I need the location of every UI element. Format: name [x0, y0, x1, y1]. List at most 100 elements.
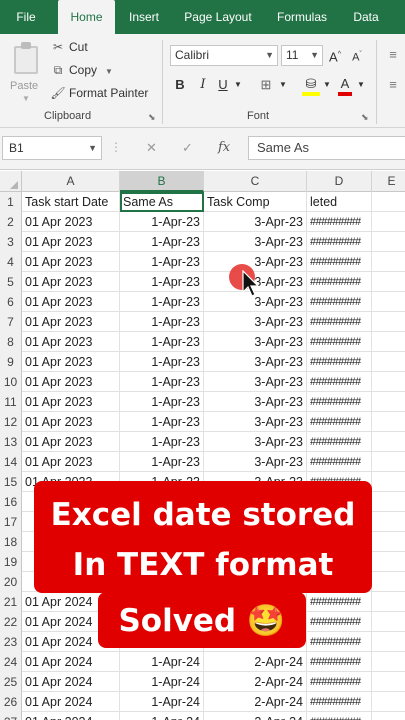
cell-b1[interactable]: Same As [120, 192, 204, 212]
cell-b[interactable]: 1-Apr-23 [120, 412, 204, 432]
row-number[interactable]: 10 [0, 372, 22, 392]
cell-d[interactable]: ######### [307, 332, 372, 352]
cell-e[interactable] [372, 212, 405, 232]
cell-e[interactable] [372, 432, 405, 452]
cell-a[interactable]: 01 Apr 2023 [22, 332, 120, 352]
column-header-c[interactable]: C [204, 171, 307, 192]
cell-c[interactable]: 3-Apr-23 [204, 232, 307, 252]
cell-c[interactable]: 3-Apr-23 [204, 392, 307, 412]
font-color-button[interactable]: A [336, 74, 354, 96]
cell-a[interactable]: 01 Apr 2023 [22, 212, 120, 232]
cell-a1[interactable]: Task start Date [22, 192, 120, 212]
cell-e[interactable] [372, 412, 405, 432]
cell-c[interactable]: 3-Apr-23 [204, 252, 307, 272]
cell-e[interactable] [372, 652, 405, 672]
cell-b[interactable]: 1-Apr-23 [120, 232, 204, 252]
cell-d[interactable]: ######### [307, 272, 372, 292]
cell-b[interactable]: 1-Apr-23 [120, 352, 204, 372]
cell-e[interactable] [372, 472, 405, 492]
cell-e[interactable] [372, 392, 405, 412]
borders-icon[interactable]: ⊞ [256, 75, 276, 95]
tab-insert[interactable]: Insert [120, 0, 168, 34]
row-number[interactable]: 16 [0, 492, 22, 512]
cancel-icon[interactable]: ✕ [146, 136, 157, 160]
cell-e[interactable] [372, 352, 405, 372]
cell-e[interactable] [372, 572, 405, 592]
cell-e[interactable] [372, 252, 405, 272]
row-number[interactable]: 13 [0, 432, 22, 452]
cell-d[interactable]: ######### [307, 592, 372, 612]
cell-b[interactable]: 1-Apr-23 [120, 372, 204, 392]
tab-formulas[interactable]: Formulas [268, 0, 336, 34]
cell-d[interactable]: ######### [307, 252, 372, 272]
cell-e[interactable] [372, 592, 405, 612]
chevron-down-icon[interactable]: ▼ [356, 75, 366, 95]
enter-icon[interactable]: ✓ [182, 136, 193, 160]
align-left-icon[interactable]: ≡ [384, 75, 402, 95]
row-number[interactable]: 14 [0, 452, 22, 472]
row-number[interactable]: 27 [0, 712, 22, 720]
column-header-a[interactable]: A [22, 171, 120, 192]
cell-d[interactable]: ######### [307, 312, 372, 332]
cell-a[interactable]: 01 Apr 2023 [22, 432, 120, 452]
cell-e[interactable] [372, 332, 405, 352]
row-number[interactable]: 17 [0, 512, 22, 532]
row-number[interactable]: 2 [0, 212, 22, 232]
cell-b[interactable]: 1-Apr-24 [120, 712, 204, 720]
chevron-down-icon[interactable]: ▼ [233, 75, 243, 95]
paste-button[interactable]: Paste ▼ [6, 42, 46, 103]
cell-e[interactable] [372, 312, 405, 332]
cell-a[interactable]: 01 Apr 2023 [22, 232, 120, 252]
cell-b[interactable]: 1-Apr-24 [120, 692, 204, 712]
cell-c[interactable]: 3-Apr-23 [204, 412, 307, 432]
grow-font-button[interactable]: A^ [327, 45, 343, 65]
select-all-button[interactable] [0, 171, 22, 192]
cell-a[interactable]: 01 Apr 2023 [22, 372, 120, 392]
cell-d[interactable]: ######### [307, 212, 372, 232]
italic-button[interactable]: I [196, 75, 210, 95]
cell-a[interactable]: 01 Apr 2024 [22, 692, 120, 712]
cell-e[interactable] [372, 272, 405, 292]
tab-data[interactable]: Data [344, 0, 388, 34]
cell-b[interactable]: 1-Apr-23 [120, 452, 204, 472]
row-number[interactable]: 25 [0, 672, 22, 692]
chevron-down-icon[interactable]: ▼ [322, 75, 332, 95]
row-number[interactable]: 11 [0, 392, 22, 412]
format-painter-button[interactable]: 🖌 Format Painter [50, 84, 148, 102]
cell-a[interactable]: 01 Apr 2024 [22, 652, 120, 672]
cell-e[interactable] [372, 492, 405, 512]
cell-d[interactable]: ######### [307, 452, 372, 472]
cell-a[interactable]: 01 Apr 2023 [22, 272, 120, 292]
cell-c1[interactable]: Task Comp [204, 192, 307, 212]
cell-b[interactable]: 1-Apr-23 [120, 432, 204, 452]
align-top-icon[interactable]: ≡ [384, 45, 402, 65]
cell-a[interactable]: 01 Apr 2024 [22, 672, 120, 692]
cell-d[interactable]: ######### [307, 632, 372, 652]
row-number[interactable]: 23 [0, 632, 22, 652]
cell-a[interactable]: 01 Apr 2023 [22, 392, 120, 412]
cell-b[interactable]: 1-Apr-23 [120, 252, 204, 272]
shrink-font-button[interactable]: Aˇ [349, 45, 365, 65]
row-number[interactable]: 7 [0, 312, 22, 332]
chevron-down-icon[interactable]: ▼ [278, 75, 288, 95]
formula-input[interactable]: Same As [248, 136, 405, 160]
cell-d[interactable]: ######### [307, 612, 372, 632]
cell-a[interactable]: 01 Apr 2023 [22, 412, 120, 432]
cell-b[interactable]: 1-Apr-23 [120, 312, 204, 332]
cell-c[interactable]: 3-Apr-23 [204, 372, 307, 392]
cell-a[interactable]: 01 Apr 2023 [22, 352, 120, 372]
cell-d[interactable]: ######### [307, 412, 372, 432]
copy-button[interactable]: ⧉ Copy ▼ [50, 61, 113, 79]
tab-home[interactable]: Home [58, 0, 115, 34]
cell-e1[interactable] [372, 192, 405, 212]
tab-file[interactable]: File [0, 0, 52, 34]
row-number[interactable]: 22 [0, 612, 22, 632]
cell-c[interactable]: 2-Apr-24 [204, 712, 307, 720]
row-number[interactable]: 24 [0, 652, 22, 672]
row-number[interactable]: 18 [0, 532, 22, 552]
row-number[interactable]: 8 [0, 332, 22, 352]
cell-e[interactable] [372, 372, 405, 392]
cell-e[interactable] [372, 512, 405, 532]
font-family-select[interactable]: Calibri ▼ [170, 45, 278, 66]
column-header-d[interactable]: D [307, 171, 372, 192]
